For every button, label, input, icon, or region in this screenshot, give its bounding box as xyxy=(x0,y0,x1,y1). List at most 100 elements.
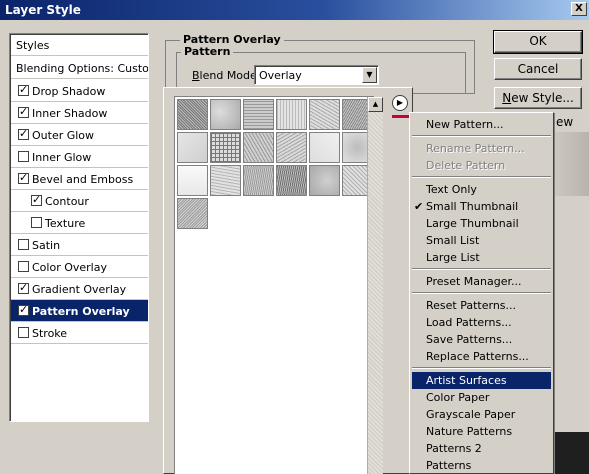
style-item-gradient-overlay[interactable]: Gradient Overlay xyxy=(11,278,148,300)
satin-checkbox[interactable] xyxy=(18,239,29,250)
blend-mode-value: Overlay xyxy=(259,69,302,82)
new-style-accel: N xyxy=(502,91,512,105)
preview-label: ew xyxy=(556,115,574,129)
menu-item-label: Large Thumbnail xyxy=(426,217,519,230)
menu-item-new-pattern[interactable]: New Pattern... xyxy=(412,116,551,133)
pattern-overlay-checkbox[interactable] xyxy=(18,303,29,316)
style-item-satin[interactable]: Satin xyxy=(11,234,148,256)
pattern-swatch[interactable] xyxy=(276,165,307,196)
pattern-overlay-label: Pattern Overlay xyxy=(32,305,130,318)
contour-checkbox[interactable] xyxy=(31,193,42,206)
menu-item-large-list[interactable]: Large List xyxy=(412,249,551,266)
menu-item-large-thumbnail[interactable]: Large Thumbnail xyxy=(412,215,551,232)
pattern-swatch[interactable] xyxy=(309,99,340,130)
style-item-inner-shadow[interactable]: Inner Shadow xyxy=(11,102,148,124)
styles-header[interactable]: Styles xyxy=(11,34,148,56)
check-icon: ✔ xyxy=(414,200,424,213)
ok-button[interactable]: OK xyxy=(493,30,583,54)
pattern-swatch[interactable] xyxy=(309,165,340,196)
menu-item-grayscale-paper[interactable]: Grayscale Paper xyxy=(412,406,551,423)
stroke-checkbox[interactable] xyxy=(18,327,29,338)
styles-header-label: Styles xyxy=(16,39,50,52)
menu-item-nature-patterns[interactable]: Nature Patterns xyxy=(412,423,551,440)
gradient-overlay-label: Gradient Overlay xyxy=(32,283,127,296)
menu-item-label: Load Patterns... xyxy=(426,316,512,329)
pattern-swatch[interactable] xyxy=(276,99,307,130)
style-item-inner-glow[interactable]: Inner Glow xyxy=(11,146,148,168)
menu-item-small-thumbnail[interactable]: ✔ Small Thumbnail xyxy=(412,198,551,215)
color-overlay-label: Color Overlay xyxy=(32,261,107,274)
style-item-pattern-overlay[interactable]: Pattern Overlay xyxy=(11,300,148,322)
texture-checkbox[interactable] xyxy=(31,217,42,228)
menu-item-color-paper[interactable]: Color Paper xyxy=(412,389,551,406)
chevron-down-icon[interactable]: ▼ xyxy=(362,67,377,83)
gradient-overlay-checkbox[interactable] xyxy=(18,281,29,294)
stroke-label: Stroke xyxy=(32,327,68,340)
drop-shadow-checkbox[interactable] xyxy=(18,83,29,96)
contour-label: Contour xyxy=(45,195,89,208)
drop-shadow-label: Drop Shadow xyxy=(32,85,106,98)
pattern-swatch[interactable] xyxy=(177,165,208,196)
pattern-swatch[interactable] xyxy=(177,99,208,130)
pattern-swatch[interactable] xyxy=(210,132,241,163)
style-item-texture[interactable]: Texture xyxy=(11,212,148,234)
style-item-stroke[interactable]: Stroke xyxy=(11,322,148,344)
close-button[interactable]: X xyxy=(571,2,587,16)
pattern-swatch[interactable] xyxy=(177,198,208,229)
picker-scrollbar[interactable]: ▲ xyxy=(367,97,383,474)
menu-item-text-only[interactable]: Text Only xyxy=(412,181,551,198)
style-item-color-overlay[interactable]: Color Overlay xyxy=(11,256,148,278)
menu-item-label: Preset Manager... xyxy=(426,275,522,288)
menu-item-label: Large List xyxy=(426,251,480,264)
menu-item-replace-patterns[interactable]: Replace Patterns... xyxy=(412,348,551,365)
menu-item-label: Grayscale Paper xyxy=(426,408,516,421)
style-item-contour[interactable]: Contour xyxy=(11,190,148,212)
menu-item-label: Reset Patterns... xyxy=(426,299,517,312)
menu-item-preset-manager[interactable]: Preset Manager... xyxy=(412,273,551,290)
menu-item-small-list[interactable]: Small List xyxy=(412,232,551,249)
inner-glow-checkbox[interactable] xyxy=(18,151,29,162)
bevel-and-emboss-checkbox[interactable] xyxy=(18,171,29,184)
blending-options-label: Blending Options: Custom xyxy=(16,62,149,75)
pattern-swatch[interactable] xyxy=(243,165,274,196)
menu-item-load-patterns[interactable]: Load Patterns... xyxy=(412,314,551,331)
inner-shadow-checkbox[interactable] xyxy=(18,105,29,118)
new-style-label: ew Style... xyxy=(511,91,574,105)
pattern-swatch[interactable] xyxy=(177,132,208,163)
texture-label: Texture xyxy=(45,217,86,230)
styles-panel: Styles Blending Options: Custom Drop Shado… xyxy=(9,33,149,422)
menu-item-label: Nature Patterns xyxy=(426,425,513,438)
menu-item-label: Small List xyxy=(426,234,480,247)
menu-item-label: Delete Pattern xyxy=(426,159,506,172)
blend-mode-select[interactable]: Overlay ▼ xyxy=(254,65,379,85)
menu-separator xyxy=(412,292,551,294)
color-overlay-checkbox[interactable] xyxy=(18,261,29,272)
pattern-swatch[interactable] xyxy=(210,99,241,130)
menu-item-label: Rename Pattern... xyxy=(426,142,525,155)
menu-item-reset-patterns[interactable]: Reset Patterns... xyxy=(412,297,551,314)
menu-item-label: Patterns xyxy=(426,459,472,472)
menu-item-patterns-2[interactable]: Patterns 2 xyxy=(412,440,551,457)
pattern-swatch[interactable] xyxy=(309,132,340,163)
blending-options[interactable]: Blending Options: Custom xyxy=(11,57,148,79)
scroll-up-icon[interactable]: ▲ xyxy=(368,97,383,112)
menu-item-artist-surfaces[interactable]: Artist Surfaces xyxy=(412,372,551,389)
blend-mode-accel: B xyxy=(192,69,200,82)
new-style-button[interactable]: New Style... xyxy=(494,87,582,109)
pattern-menu: New Pattern... Rename Pattern... Delete Pa… xyxy=(409,112,554,474)
menu-separator xyxy=(412,176,551,178)
pattern-swatch[interactable] xyxy=(243,132,274,163)
menu-item-save-patterns[interactable]: Save Patterns... xyxy=(412,331,551,348)
pattern-swatch[interactable] xyxy=(276,132,307,163)
pattern-swatch[interactable] xyxy=(243,99,274,130)
style-item-drop-shadow[interactable]: Drop Shadow xyxy=(11,80,148,102)
picker-menu-icon[interactable]: ▶ xyxy=(392,95,408,111)
pattern-swatch[interactable] xyxy=(210,165,241,196)
outer-glow-checkbox[interactable] xyxy=(18,127,29,140)
menu-item-patterns[interactable]: Patterns xyxy=(412,457,551,473)
menu-item-label: New Pattern... xyxy=(426,118,504,131)
style-item-bevel-and-emboss[interactable]: Bevel and Emboss xyxy=(11,168,148,190)
cancel-button[interactable]: Cancel xyxy=(494,58,582,80)
menu-item-rename-pattern: Rename Pattern... xyxy=(412,140,551,157)
style-item-outer-glow[interactable]: Outer Glow xyxy=(11,124,148,146)
